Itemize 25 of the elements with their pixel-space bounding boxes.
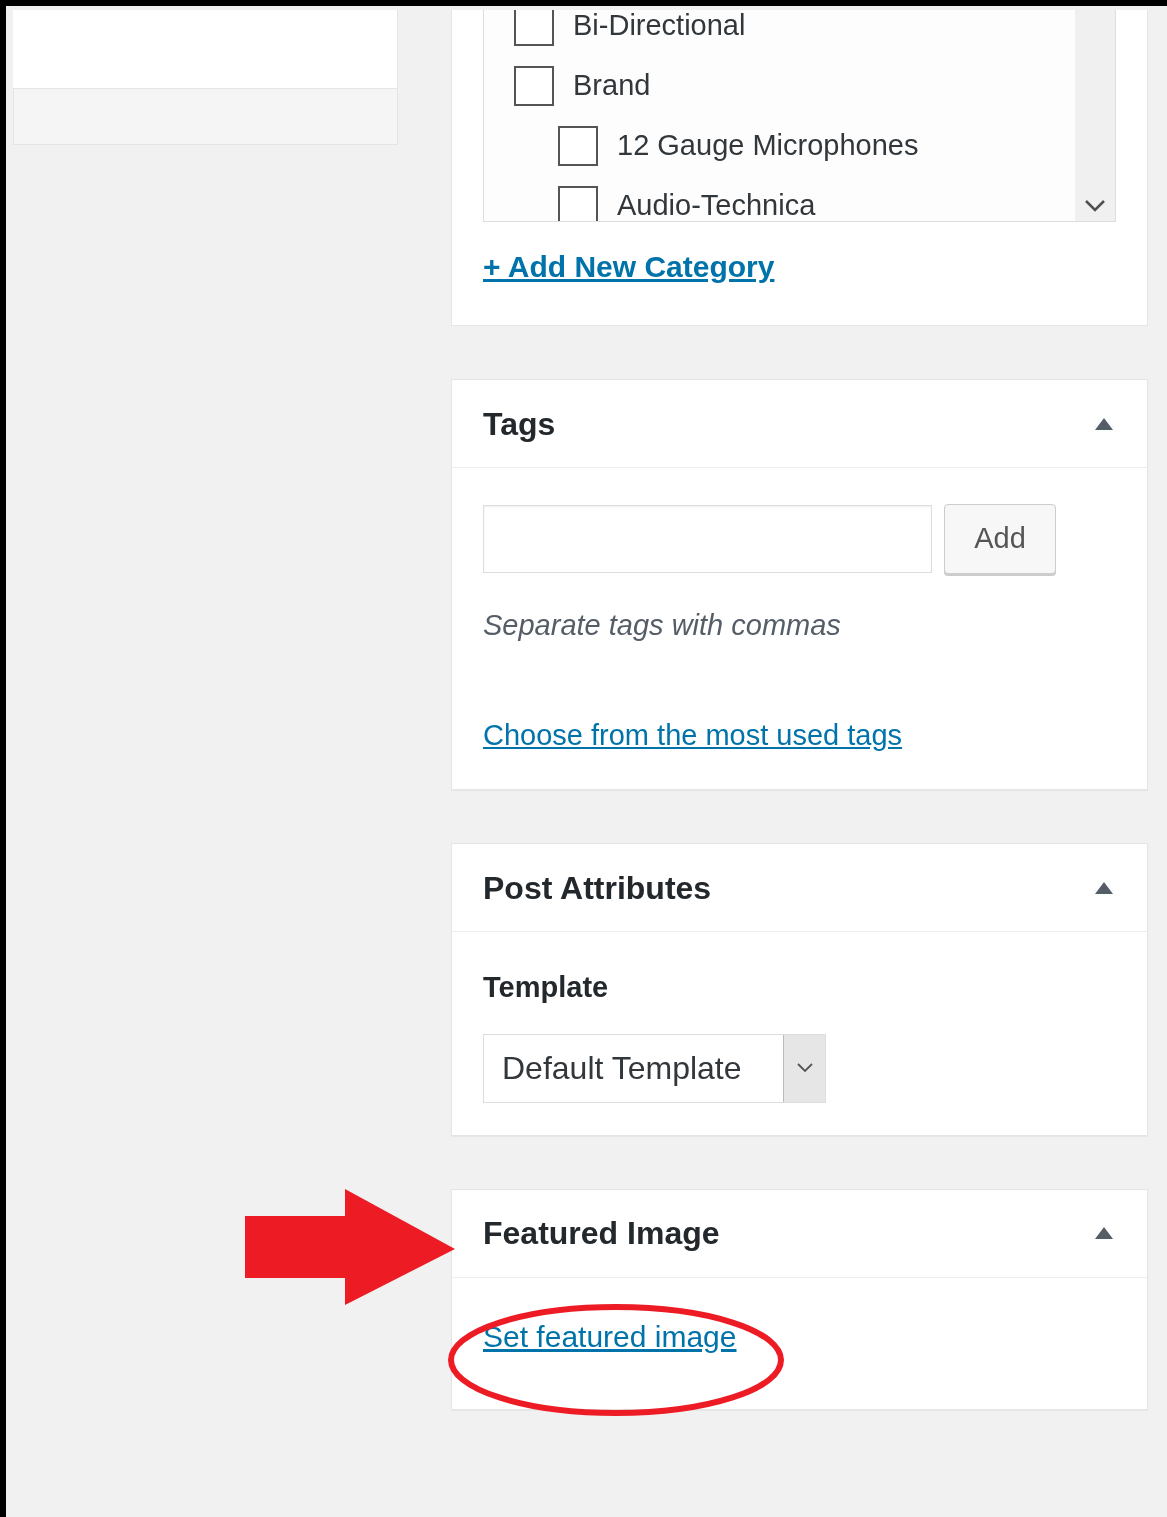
checkbox[interactable] (558, 126, 598, 166)
panel-title: Tags (483, 404, 556, 444)
checkbox[interactable] (514, 66, 554, 106)
scrollbar[interactable] (1075, 10, 1115, 221)
collapse-triangle-icon[interactable] (1094, 416, 1114, 431)
checkbox[interactable] (558, 186, 598, 221)
field-label: Template (483, 970, 610, 1005)
collapse-triangle-icon[interactable] (1094, 880, 1114, 895)
tag-input-field[interactable] (483, 505, 932, 573)
collapse-triangle-icon[interactable] (1094, 1226, 1114, 1240)
checkbox-label: Bi-Directional (573, 10, 746, 44)
hint-text: Separate tags with commas (483, 608, 842, 643)
checkbox-label: 12 Gauge Microphones (617, 128, 919, 164)
panel-title: Post Attributes (483, 868, 712, 908)
template-select[interactable]: Default Template (483, 1033, 826, 1103)
add-category-link[interactable]: + Add New Category (483, 244, 775, 289)
most-used-tags-link[interactable]: Choose from the most used tags (483, 713, 903, 757)
checkbox-label: Brand (573, 68, 651, 104)
set-featured-image-link[interactable]: Set featured image (483, 1277, 737, 1409)
chevron-down-icon[interactable] (1084, 199, 1106, 213)
add-button[interactable]: Add (944, 504, 1056, 574)
chevron-down-icon (796, 1063, 813, 1073)
panel-title: Featured Image (483, 1214, 720, 1253)
checkbox[interactable] (514, 10, 554, 46)
checkbox-label: Audio-Technica (617, 188, 816, 221)
